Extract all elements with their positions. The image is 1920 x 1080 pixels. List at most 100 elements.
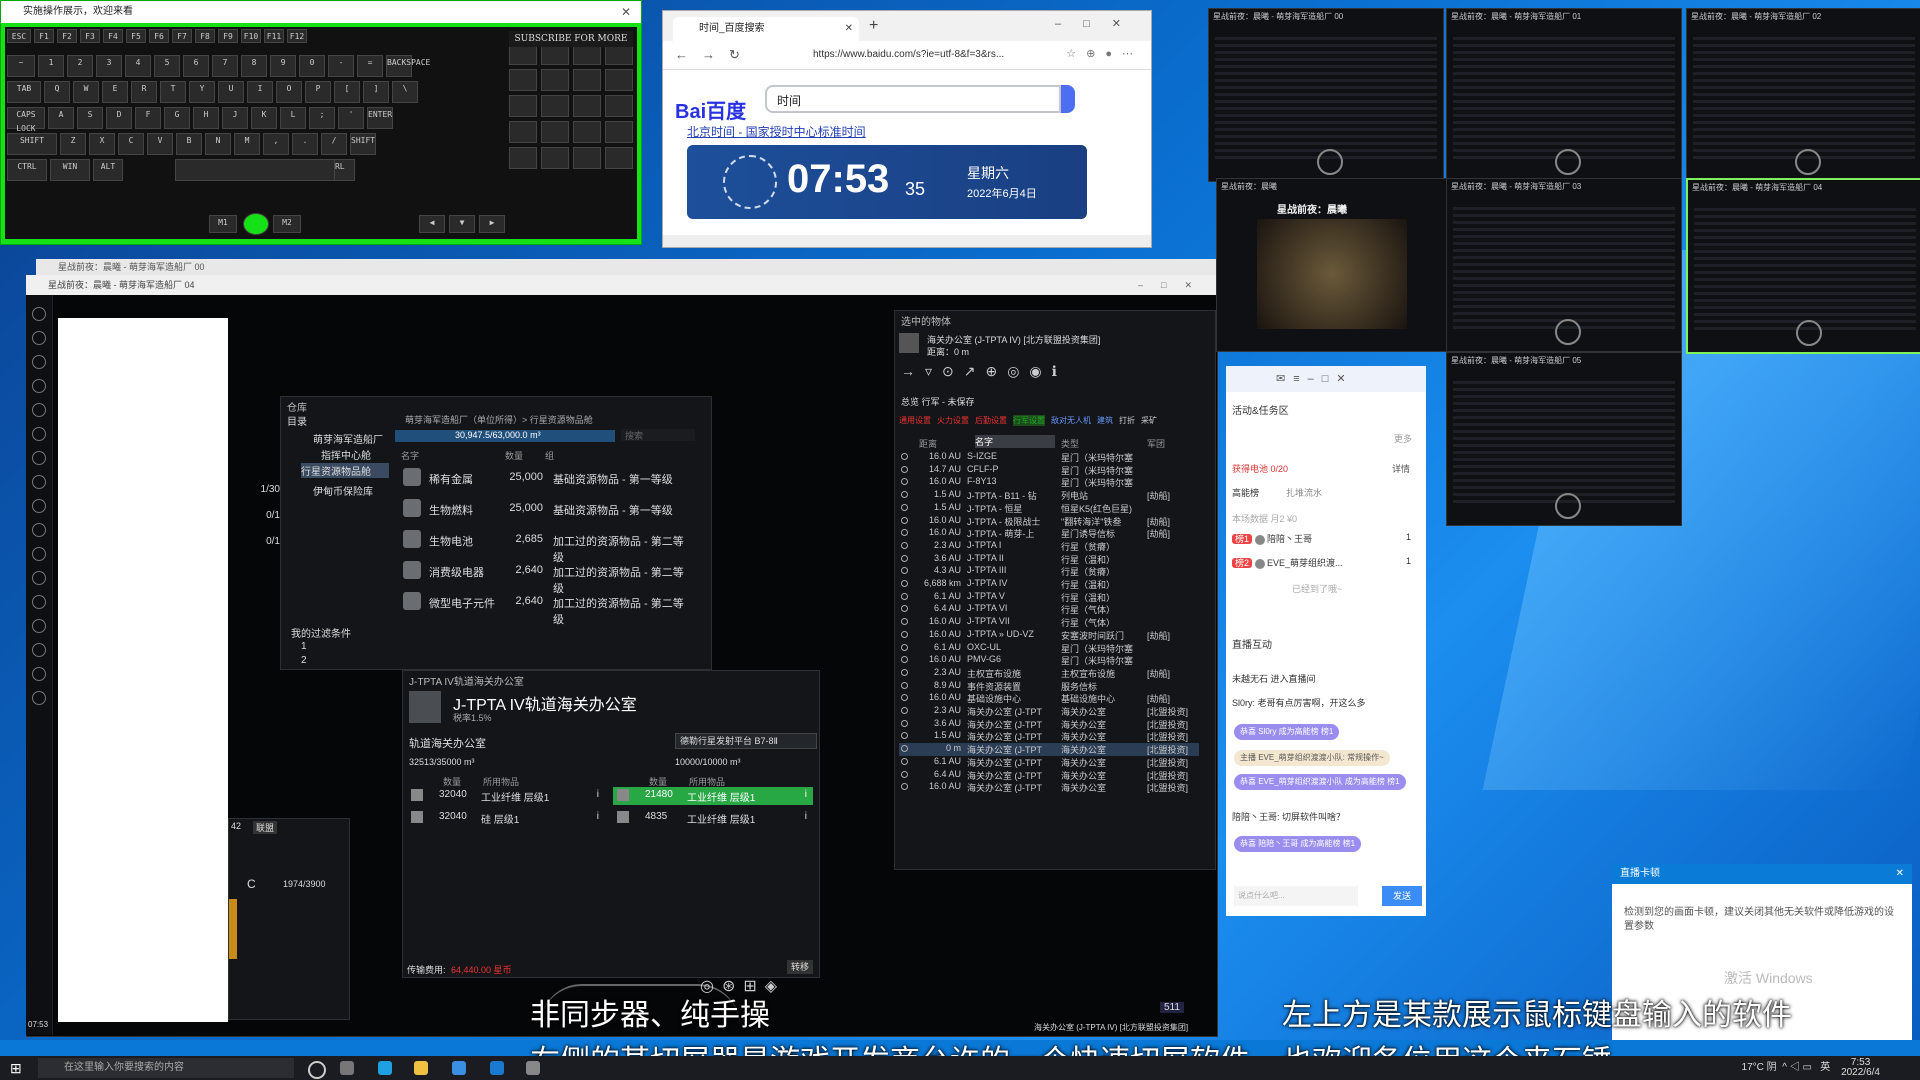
menu-icon[interactable] bbox=[32, 307, 46, 321]
col-type[interactable]: 类型 bbox=[1061, 437, 1079, 450]
market-icon[interactable] bbox=[32, 499, 46, 513]
game-icon[interactable] bbox=[526, 1061, 540, 1075]
toolbar-icons[interactable]: ☆⊕●⋯ bbox=[1066, 47, 1143, 60]
col-corp[interactable]: 军团 bbox=[1147, 437, 1165, 450]
poco-row[interactable]: 4835 工业纤维 层级1 i bbox=[613, 809, 813, 827]
task-detail[interactable]: 详情 bbox=[1392, 462, 1410, 475]
tree-item[interactable]: 萌芽海军造船厂 bbox=[313, 431, 383, 446]
url-field[interactable]: https://www.baidu.com/s?ie=utf-8&f=3&rs.… bbox=[791, 45, 1043, 65]
overview-row[interactable]: 6.1 AU OXC-UL 星门（米玛特尔塞 bbox=[899, 642, 1199, 655]
client-thumbnail[interactable]: 星战前夜：晨曦 - 萌芽海军造船厂 01 bbox=[1446, 8, 1682, 182]
overview-row[interactable]: 16.0 AU PMV-G6 星门（米玛特尔塞 bbox=[899, 654, 1199, 667]
skills-icon[interactable] bbox=[32, 475, 46, 489]
overview-row[interactable]: 16.0 AU S-IZGE 星门（米玛特尔塞 bbox=[899, 451, 1199, 464]
overview-row[interactable]: 6.1 AU J-TPTA V 行星（温和） bbox=[899, 591, 1199, 604]
baidu-logo[interactable]: Bai百度 bbox=[675, 95, 746, 124]
avatar-icon[interactable] bbox=[32, 331, 46, 345]
overview-row[interactable]: 1.5 AU 海关办公室 (J-TPT 海关办公室 [北盟投资] bbox=[899, 730, 1199, 743]
info-icon[interactable]: i bbox=[805, 811, 807, 822]
info-icon[interactable]: i bbox=[805, 789, 807, 800]
chat-input[interactable]: 说点什么吧... bbox=[1234, 886, 1358, 906]
overview-row[interactable]: 6,688 km J-TPTA IV 行星（温和） bbox=[899, 578, 1199, 591]
tree-item[interactable]: 指挥中心舱 bbox=[321, 447, 371, 462]
keyboard-window-titlebar[interactable]: 实施操作展示，欢迎来看 ✕ bbox=[1, 1, 641, 23]
overview-row[interactable]: 2.3 AU 海关办公室 (J-TPT 海关办公室 [北盟投资] bbox=[899, 705, 1199, 718]
overview-row[interactable]: 2.3 AU J-TPTA I 行星（贫瘠） bbox=[899, 540, 1199, 553]
col-name[interactable]: 名字 bbox=[975, 435, 1055, 448]
pause-icon[interactable] bbox=[32, 355, 46, 369]
overview-row[interactable]: 6.1 AU 海关办公室 (J-TPT 海关办公室 [北盟投资] bbox=[899, 756, 1199, 769]
horizontal-scrollbar[interactable] bbox=[663, 235, 1151, 247]
cortana-icon[interactable] bbox=[308, 1061, 326, 1079]
filter-item[interactable]: 2 bbox=[301, 655, 307, 666]
taskbar-search[interactable]: 在这里输入你要搜索的内容 bbox=[38, 1058, 294, 1078]
overview-row[interactable]: 3.6 AU J-TPTA II 行星（温和） bbox=[899, 553, 1199, 566]
cargo-icon[interactable] bbox=[32, 427, 46, 441]
client-thumbnail[interactable]: 星战前夜：晨曦 - 萌芽海军造船厂 03 bbox=[1446, 178, 1682, 352]
overview-row[interactable]: 16.0 AU J-TPTA - 极限战士 "翻转海洋"铁叁 [劫船] bbox=[899, 515, 1199, 528]
overview-tab[interactable]: 通用设置 bbox=[899, 415, 931, 426]
ship-icon[interactable] bbox=[32, 379, 46, 393]
overview-row[interactable]: 8.9 AU 事件资源装置 服务信标 bbox=[899, 680, 1199, 693]
start-icon[interactable]: ⊞ bbox=[10, 1060, 22, 1077]
client-thumbnail[interactable]: 星战前夜：晨曦 - 萌芽海军造船厂 02 bbox=[1686, 8, 1920, 182]
client-thumbnail[interactable]: 星战前夜：晨曦 - 萌芽海军造船厂 00 bbox=[1208, 8, 1444, 182]
map-icon[interactable] bbox=[32, 451, 46, 465]
col-name[interactable]: 名字 bbox=[401, 449, 419, 462]
chat-header-icons[interactable]: ✉≡–□✕ bbox=[1276, 372, 1354, 385]
overview-row[interactable]: 16.0 AU F-8Y13 星门（米玛特尔塞 bbox=[899, 476, 1199, 489]
search-input[interactable]: 时间 bbox=[765, 85, 1061, 113]
settings-icon[interactable] bbox=[32, 691, 46, 705]
info-icon[interactable] bbox=[32, 667, 46, 681]
inventory-row[interactable]: 生物燃料 25,000 基础资源物品 - 第一等级 bbox=[395, 494, 685, 524]
search-button[interactable] bbox=[1061, 85, 1075, 113]
industry-icon[interactable] bbox=[32, 523, 46, 537]
poco-row[interactable]: 32040 工业纤维 层级1 i bbox=[407, 787, 605, 805]
bl-tab-alliance[interactable]: 联盟 bbox=[253, 821, 278, 834]
bl-tab[interactable]: 42 bbox=[231, 821, 241, 831]
browser-tab[interactable]: 时间_百度搜索 ✕ bbox=[673, 17, 859, 41]
client-thumbnail[interactable]: 星战前夜：晨曦 星战前夜：晨曦 bbox=[1216, 178, 1452, 352]
tree-item-selected[interactable]: 行星资源物品舱 bbox=[301, 463, 389, 478]
notes-icon[interactable] bbox=[32, 619, 46, 633]
corp-icon[interactable] bbox=[32, 595, 46, 609]
taskview-icon[interactable] bbox=[340, 1061, 354, 1075]
overview-row[interactable]: 16.0 AU J-TPTA » UD-VZ 安塞波时间跃门 [劫船] bbox=[899, 629, 1199, 642]
edge-icon[interactable] bbox=[378, 1061, 392, 1075]
more-link[interactable]: 更多 bbox=[1394, 432, 1412, 445]
window-controls[interactable]: –□✕ bbox=[1138, 275, 1210, 295]
overview-tab[interactable]: 敌对无人机 bbox=[1051, 415, 1091, 426]
overview-row[interactable]: 14.7 AU CFLF-P 星门（米玛特尔塞 bbox=[899, 464, 1199, 477]
search-input[interactable]: 搜索 bbox=[621, 429, 695, 441]
poco-row[interactable]: 32040 硅 层级1 i bbox=[407, 809, 605, 827]
inventory-row[interactable]: 稀有金属 25,000 基础资源物品 - 第一等级 bbox=[395, 463, 685, 493]
fleet-icon[interactable] bbox=[32, 571, 46, 585]
system-tray[interactable]: 17°C 阴 ^ ◁ ▭ 英 7:53 2022/6/4 bbox=[1742, 1058, 1880, 1078]
nav-buttons[interactable]: ←→↻ bbox=[675, 47, 754, 63]
chat-icon[interactable] bbox=[32, 547, 46, 561]
rank-row[interactable]: 榜2 EVE_萌芽组织渡... 1 bbox=[1232, 556, 1411, 569]
close-icon[interactable]: ✕ bbox=[1896, 864, 1904, 884]
overview-row[interactable]: 16.0 AU 海关办公室 (J-TPT 海关办公室 [北盟投资] bbox=[899, 781, 1199, 794]
overview-tab[interactable]: 后勤设置 bbox=[975, 415, 1007, 426]
window-controls[interactable]: –□✕ bbox=[1055, 17, 1143, 30]
client-thumbnail[interactable]: 星战前夜：晨曦 - 萌芽海军造船厂 05 bbox=[1446, 352, 1682, 526]
overview-row[interactable]: 1.5 AU J-TPTA - B11 - 钻 列电站 [劫船] bbox=[899, 489, 1199, 502]
mail-icon[interactable] bbox=[32, 403, 46, 417]
client-thumbnail[interactable]: 星战前夜：晨曦 - 萌芽海军造船厂 04 bbox=[1686, 178, 1920, 354]
game-window-titlebar[interactable]: 星战前夜：晨曦 - 萌芽海军造船厂 04 –□✕ bbox=[26, 275, 1216, 295]
col-qty[interactable]: 数量 bbox=[505, 449, 523, 462]
overview-row[interactable]: 2.3 AU 主权宣布设施 主权宣布设施 [劫船] bbox=[899, 667, 1199, 680]
send-button[interactable]: 发送 bbox=[1382, 886, 1422, 906]
transfer-button[interactable]: 转移 bbox=[787, 960, 813, 974]
wallet-icon[interactable] bbox=[32, 643, 46, 657]
close-icon[interactable]: ✕ bbox=[621, 1, 631, 23]
info-icon[interactable]: i bbox=[597, 789, 599, 800]
overview-tab[interactable]: 火力设置 bbox=[937, 415, 969, 426]
filters-label[interactable]: 我的过滤条件 bbox=[291, 625, 351, 640]
overview-row[interactable]: 3.6 AU 海关办公室 (J-TPT 海关办公室 [北盟投资] bbox=[899, 718, 1199, 731]
inventory-row[interactable]: 微型电子元件 2,640 加工过的资源物品 - 第二等级 bbox=[395, 587, 685, 626]
input-lang[interactable]: 英 bbox=[1820, 1062, 1830, 1073]
explorer-icon[interactable] bbox=[414, 1061, 428, 1075]
result-link[interactable]: 北京时间 - 国家授时中心标准时间 bbox=[687, 123, 866, 140]
